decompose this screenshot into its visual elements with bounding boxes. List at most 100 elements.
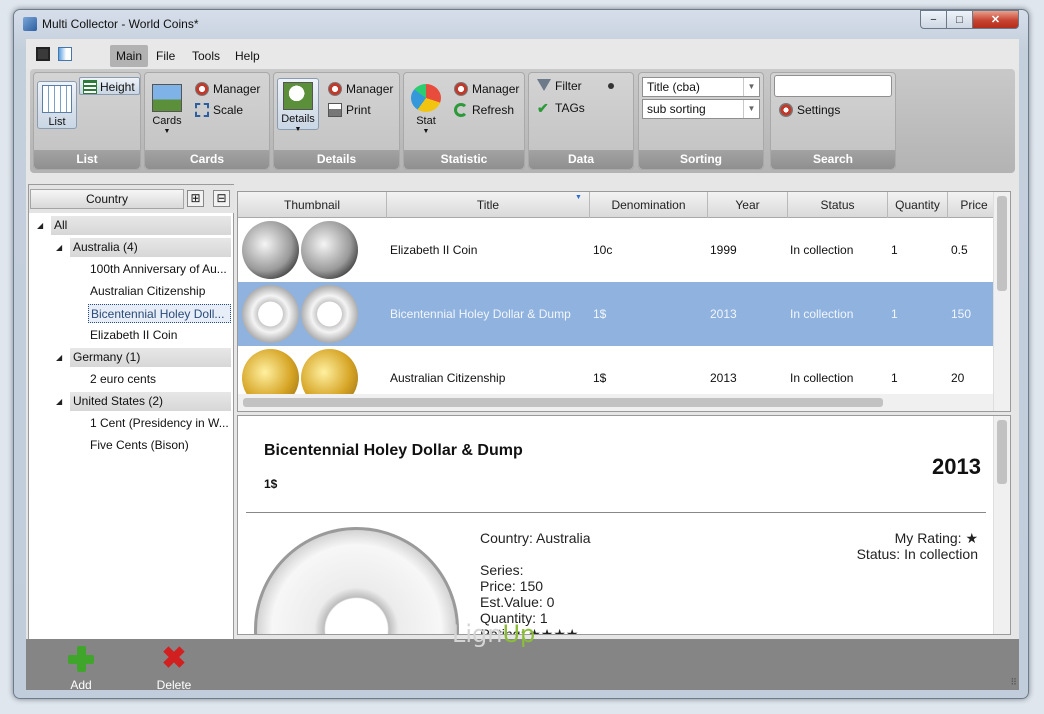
list-view-label: List: [48, 116, 66, 128]
tags-button[interactable]: ✔ TAGs: [537, 99, 585, 117]
filter-status-dot: [608, 83, 614, 89]
list-view-button[interactable]: List: [37, 81, 77, 129]
menu-bar: Main File Tools Help: [26, 39, 1019, 69]
details-manager-button[interactable]: Manager: [328, 80, 393, 98]
collapse-all-icon[interactable]: ⊟: [213, 190, 230, 207]
grid-icon: [42, 85, 72, 113]
cards-manager-label: Manager: [213, 82, 261, 96]
table-row-selected[interactable]: Bicentennial Holey Dollar & Dump 1$ 2013…: [238, 282, 994, 346]
tree-node-australia[interactable]: Australia (4): [70, 238, 231, 257]
tree-node-item-selected[interactable]: Bicentennial Holey Doll...: [88, 304, 231, 323]
cell-denomination: 10c: [593, 243, 613, 257]
tree-expander-icon[interactable]: ◢: [56, 397, 62, 406]
settings-label: Settings: [797, 103, 841, 117]
app-icon: [23, 17, 37, 31]
ribbon-group-statistic: Stat ▼ Manager Refresh Statistic: [403, 72, 525, 170]
tree-node-germany[interactable]: Germany (1): [70, 348, 231, 367]
row-height-icon: [83, 80, 97, 94]
group-label-cards: Cards: [145, 150, 269, 169]
column-header-thumbnail[interactable]: Thumbnail: [238, 192, 387, 218]
country-tree-panel: Country ⊞ ⊟ ◢ All ◢ Australia (4) 100th …: [28, 184, 235, 644]
add-button[interactable]: Add: [56, 644, 106, 692]
column-header-title[interactable]: Title: [387, 192, 590, 218]
table-row[interactable]: Elizabeth II Coin 10c 1999 In collection…: [238, 218, 994, 282]
cell-price: 150: [951, 307, 972, 321]
close-button[interactable]: ✕: [972, 10, 1019, 29]
sort-primary-value: Title (cba): [647, 80, 700, 94]
tree-expander-icon[interactable]: ◢: [56, 353, 62, 362]
tree-node-united-states[interactable]: United States (2): [70, 392, 231, 411]
group-by-country-button[interactable]: Country: [30, 189, 184, 209]
stat-manager-button[interactable]: Manager: [454, 80, 519, 98]
cell-title: Elizabeth II Coin: [390, 243, 478, 257]
sort-primary-select[interactable]: Title (cba) ▼: [642, 77, 760, 97]
tree-node-item[interactable]: 100th Anniversary of Au...: [90, 260, 231, 279]
menu-tools[interactable]: Tools: [186, 45, 226, 67]
coin-thumbnail-reverse: [301, 285, 358, 343]
print-button[interactable]: Print: [328, 101, 371, 119]
window-title: Multi Collector - World Coins*: [42, 17, 199, 31]
refresh-icon: [454, 103, 468, 117]
detail-vertical-scrollbar[interactable]: [993, 416, 1010, 634]
scrollbar-thumb[interactable]: [997, 420, 1007, 484]
grid-vertical-scrollbar[interactable]: [993, 192, 1010, 411]
lignup-logo: LignUp: [452, 620, 535, 648]
filter-button[interactable]: Filter: [537, 77, 582, 95]
search-input[interactable]: [774, 75, 892, 97]
column-header-year[interactable]: Year: [708, 192, 788, 218]
maximize-button[interactable]: □: [946, 10, 973, 29]
scale-button[interactable]: Scale: [195, 101, 243, 119]
column-header-status[interactable]: Status: [788, 192, 888, 218]
detail-my-rating: My Rating: ★: [894, 530, 978, 546]
plus-icon: [66, 644, 96, 674]
tree-expander-icon[interactable]: ◢: [56, 243, 62, 252]
tree-node-all[interactable]: All: [51, 216, 231, 235]
details-manager-label: Manager: [346, 82, 394, 96]
settings-button[interactable]: Settings: [779, 101, 840, 119]
stat-manager-label: Manager: [472, 82, 520, 96]
minimize-button[interactable]: −: [920, 10, 947, 29]
cell-title: Bicentennial Holey Dollar & Dump: [390, 307, 571, 321]
tree-node-item[interactable]: Five Cents (Bison): [90, 436, 231, 455]
cards-button[interactable]: Cards ▼: [147, 81, 187, 135]
refresh-button[interactable]: Refresh: [454, 101, 514, 119]
cell-quantity: 1: [891, 243, 898, 257]
tree-node-item[interactable]: Elizabeth II Coin: [90, 326, 231, 345]
expand-all-icon[interactable]: ⊞: [187, 190, 204, 207]
landscape-icon: [152, 84, 182, 112]
cards-manager-button[interactable]: Manager: [195, 80, 260, 98]
detail-denomination: 1$: [264, 477, 278, 491]
column-header-denomination[interactable]: Denomination: [590, 192, 708, 218]
cell-denomination: 1$: [593, 307, 607, 321]
cell-status: In collection: [790, 307, 854, 321]
refresh-label: Refresh: [472, 103, 515, 117]
cell-status: In collection: [790, 243, 854, 257]
tree-node-item[interactable]: 1 Cent (Presidency in W...: [90, 414, 231, 433]
dropdown-arrow-icon: ▼: [163, 128, 171, 135]
menu-main[interactable]: Main: [110, 45, 149, 67]
tree-node-item[interactable]: Australian Citizenship: [90, 282, 231, 301]
details-button[interactable]: Details ▼: [277, 78, 319, 133]
stat-button[interactable]: Stat ▼: [406, 81, 446, 135]
group-label-data: Data: [529, 150, 633, 169]
open-book-icon[interactable]: [58, 47, 72, 61]
sort-indicator-icon: ▼: [575, 194, 582, 201]
sort-secondary-select[interactable]: sub sorting ▼: [642, 99, 760, 119]
printer-icon: [328, 103, 342, 117]
column-header-quantity[interactable]: Quantity: [888, 192, 948, 218]
coin-image: [254, 527, 459, 634]
resize-grip-icon[interactable]: ⠿: [1010, 677, 1017, 688]
print-label: Print: [346, 103, 371, 117]
scrollbar-thumb[interactable]: [243, 398, 883, 407]
menu-help[interactable]: Help: [229, 45, 266, 67]
grid-header: Thumbnail Title ▼ Denomination Year Stat…: [238, 192, 1010, 218]
tree-expander-icon[interactable]: ◢: [37, 221, 43, 230]
tree-node-item[interactable]: 2 euro cents: [90, 370, 231, 389]
settings-gear-icon: [779, 103, 793, 117]
grid-horizontal-scrollbar[interactable]: [238, 394, 995, 411]
height-button[interactable]: Height: [79, 77, 140, 95]
menu-file[interactable]: File: [150, 45, 181, 67]
scrollbar-thumb[interactable]: [997, 196, 1007, 291]
delete-button[interactable]: ✖ Delete: [144, 644, 204, 693]
save-icon[interactable]: [36, 47, 50, 61]
